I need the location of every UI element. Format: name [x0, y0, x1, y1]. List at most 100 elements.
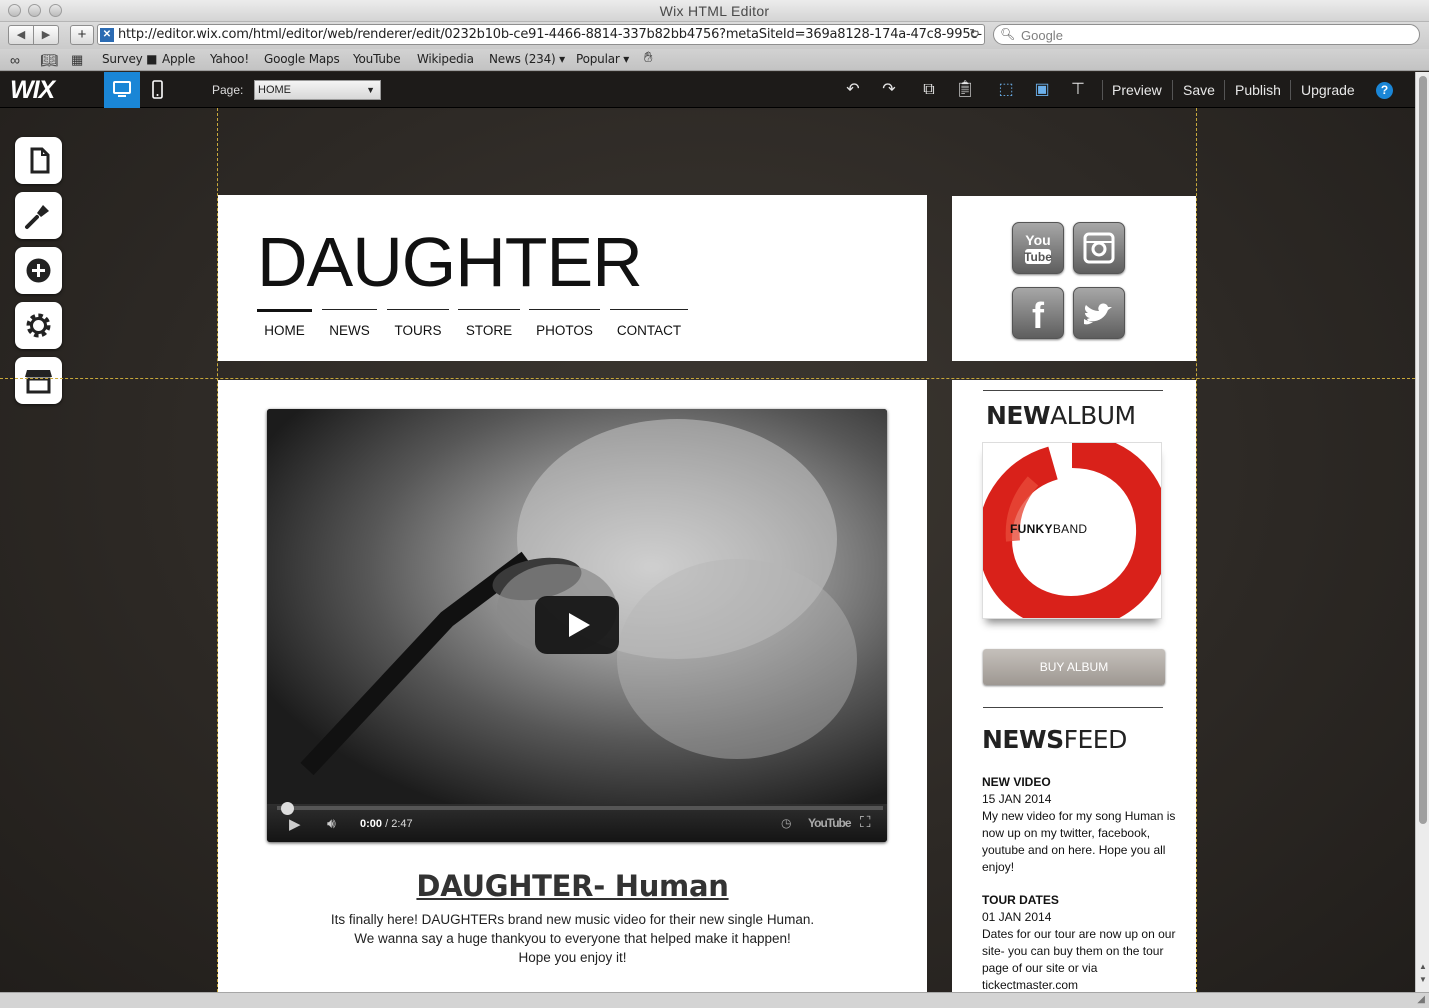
redo-icon[interactable]: ↷: [878, 80, 900, 100]
svg-text:f: f: [1032, 295, 1045, 336]
settings-button[interactable]: [15, 302, 62, 349]
gridlines-icon[interactable]: ⬚: [995, 80, 1017, 100]
bookmark-google-maps[interactable]: Google Maps: [264, 52, 340, 66]
post-line: We wanna say a huge thankyou to everyone…: [354, 931, 791, 946]
progress-knob[interactable]: [281, 802, 294, 815]
watch-later-icon[interactable]: ◷: [781, 816, 791, 830]
site-header-strip[interactable]: DAUGHTER HOME NEWS TOURS STORE PHOTOS CO…: [218, 195, 927, 361]
add-icon: [26, 258, 51, 283]
progress-bar[interactable]: [277, 802, 883, 815]
new-album-heading: NEWALBUM: [986, 401, 1136, 430]
reload-icon[interactable]: ↻: [969, 26, 980, 42]
pages-button[interactable]: [15, 137, 62, 184]
post-title[interactable]: DAUGHTER- Human: [218, 869, 927, 903]
album-art-text: FUNKYBAND: [1010, 522, 1088, 536]
bookmark-apple[interactable]: Apple: [162, 52, 195, 66]
menu-item-photos[interactable]: PHOTOS: [529, 309, 600, 349]
undo-icon[interactable]: ↶: [842, 80, 864, 100]
menu-item-store[interactable]: STORE: [458, 309, 520, 349]
news-item-title: NEW VIDEO: [982, 775, 1051, 789]
hand-cursor-icon: ✋︎: [644, 49, 653, 66]
instagram-button[interactable]: [1073, 222, 1125, 274]
news-item-title: TOUR DATES: [982, 893, 1059, 907]
design-icon: [25, 205, 49, 229]
page-select[interactable]: HOME ▼: [254, 80, 381, 100]
play-icon[interactable]: ▶: [289, 815, 301, 833]
search-icon: 🔍︎: [1000, 27, 1016, 41]
bookmark-popular[interactable]: Popular ▾: [576, 52, 629, 66]
toolbar-divider: [1224, 80, 1225, 100]
back-button[interactable]: ◀: [8, 25, 34, 45]
save-button[interactable]: Save: [1183, 82, 1215, 98]
scrollbar-thumb[interactable]: [1419, 76, 1427, 824]
header-guide[interactable]: [0, 378, 1415, 379]
reading-list-icon[interactable]: ∞: [10, 52, 20, 68]
youtube-button[interactable]: You Tube: [1012, 222, 1064, 274]
site-title[interactable]: DAUGHTER: [257, 222, 643, 302]
search-placeholder: Google: [1021, 28, 1063, 43]
newsfeed-heading: NEWSFEED: [982, 725, 1127, 754]
sidebar-strip: NEWALBUM FUNKYBAND BUY ALBUM NEWSFEED NE…: [952, 380, 1196, 992]
ruler-icon[interactable]: ⊤: [1067, 80, 1089, 100]
scroll-down-icon[interactable]: ▼: [1419, 975, 1427, 984]
bookmark-youtube[interactable]: YouTube: [353, 52, 401, 66]
chevron-down-icon: ▼: [366, 85, 375, 95]
resize-grip-icon[interactable]: ◢: [1417, 994, 1425, 1005]
facebook-icon: f: [1032, 295, 1045, 336]
mobile-view-button[interactable]: [150, 72, 166, 108]
help-icon[interactable]: ?: [1376, 82, 1393, 99]
upgrade-button[interactable]: Upgrade: [1301, 82, 1355, 98]
app-market-icon: [25, 370, 52, 394]
back-arrow-icon: ◀: [16, 29, 26, 41]
window-title: Wix HTML Editor: [659, 3, 770, 19]
add-button[interactable]: [15, 247, 62, 294]
copy-icon[interactable]: ⧉: [918, 80, 940, 100]
url-text[interactable]: http://editor.wix.com/html/editor/web/re…: [118, 27, 982, 42]
menu-item-contact[interactable]: CONTACT: [610, 309, 688, 349]
search-field[interactable]: 🔍︎ Google: [993, 24, 1420, 45]
video-player[interactable]: ▶ 🔊︎ 0:00 / 2:47 ◷ YouTube ⛶: [267, 409, 887, 842]
design-button[interactable]: [15, 192, 62, 239]
wix-favicon-icon: ✕: [100, 28, 114, 42]
fullscreen-icon[interactable]: ⛶: [860, 814, 871, 831]
album-cover[interactable]: FUNKYBAND: [977, 434, 1171, 631]
toolbar-divider: [1172, 80, 1173, 100]
wix-logo: WIX: [10, 76, 55, 104]
new-tab-button[interactable]: +: [70, 25, 94, 45]
bookmark-yahoo[interactable]: Yahoo!: [210, 52, 249, 66]
news-item-date: 01 JAN 2014: [982, 910, 1052, 924]
publish-button[interactable]: Publish: [1235, 82, 1281, 98]
vertical-scrollbar[interactable]: ▲ ▼: [1415, 72, 1429, 992]
menu-item-tours[interactable]: TOURS: [387, 309, 449, 349]
toolbar-divider: [1102, 80, 1103, 100]
app-market-button[interactable]: [15, 357, 62, 404]
bookmark-wikipedia[interactable]: Wikipedia: [417, 52, 474, 66]
snap-icon[interactable]: ▣: [1031, 80, 1053, 100]
youtube-logo-icon[interactable]: YouTube: [808, 816, 852, 830]
paste-icon[interactable]: 📋︎: [954, 80, 976, 100]
post-description: Its finally here! DAUGHTERs brand new mu…: [218, 910, 927, 967]
twitter-button[interactable]: [1073, 287, 1125, 339]
volume-icon[interactable]: 🔊︎: [327, 815, 336, 832]
scroll-up-icon[interactable]: ▲: [1419, 962, 1427, 971]
forward-button[interactable]: ▶: [33, 25, 59, 45]
wix-editor-toolbar: WIX Page: HOME ▼ ↶ ↷ ⧉ 📋︎ ⬚ ▣ ⊤ Preview …: [0, 72, 1429, 108]
desktop-view-button[interactable]: [104, 72, 140, 108]
menu-item-news[interactable]: NEWS: [322, 309, 377, 349]
preview-button[interactable]: Preview: [1112, 82, 1162, 98]
menu-item-home[interactable]: HOME: [257, 309, 312, 349]
pages-icon: [30, 147, 50, 174]
buy-album-button[interactable]: BUY ALBUM: [983, 649, 1165, 685]
bookmarks-bar: ∞ 📖︎ ▦ Survey ■ Apple Yahoo! Google Maps…: [0, 49, 1429, 71]
bookmark-news[interactable]: News (234) ▾: [489, 52, 565, 66]
browser-toolbar: ◀ ▶ + ✕ http://editor.wix.com/html/edito…: [0, 22, 1429, 49]
divider: [983, 390, 1163, 391]
address-bar[interactable]: ✕ http://editor.wix.com/html/editor/web/…: [97, 24, 985, 45]
bookmarks-icon[interactable]: 📖︎: [40, 52, 58, 69]
facebook-button[interactable]: f: [1012, 287, 1064, 339]
play-overlay-button[interactable]: [535, 596, 619, 654]
top-sites-icon[interactable]: ▦: [71, 52, 83, 68]
video-time: 0:00 / 2:47: [360, 818, 413, 830]
bookmark-survey[interactable]: Survey ■: [102, 52, 158, 66]
browser-window: Wix HTML Editor ◀ ▶ + ✕ http://editor.wi…: [0, 0, 1429, 1008]
